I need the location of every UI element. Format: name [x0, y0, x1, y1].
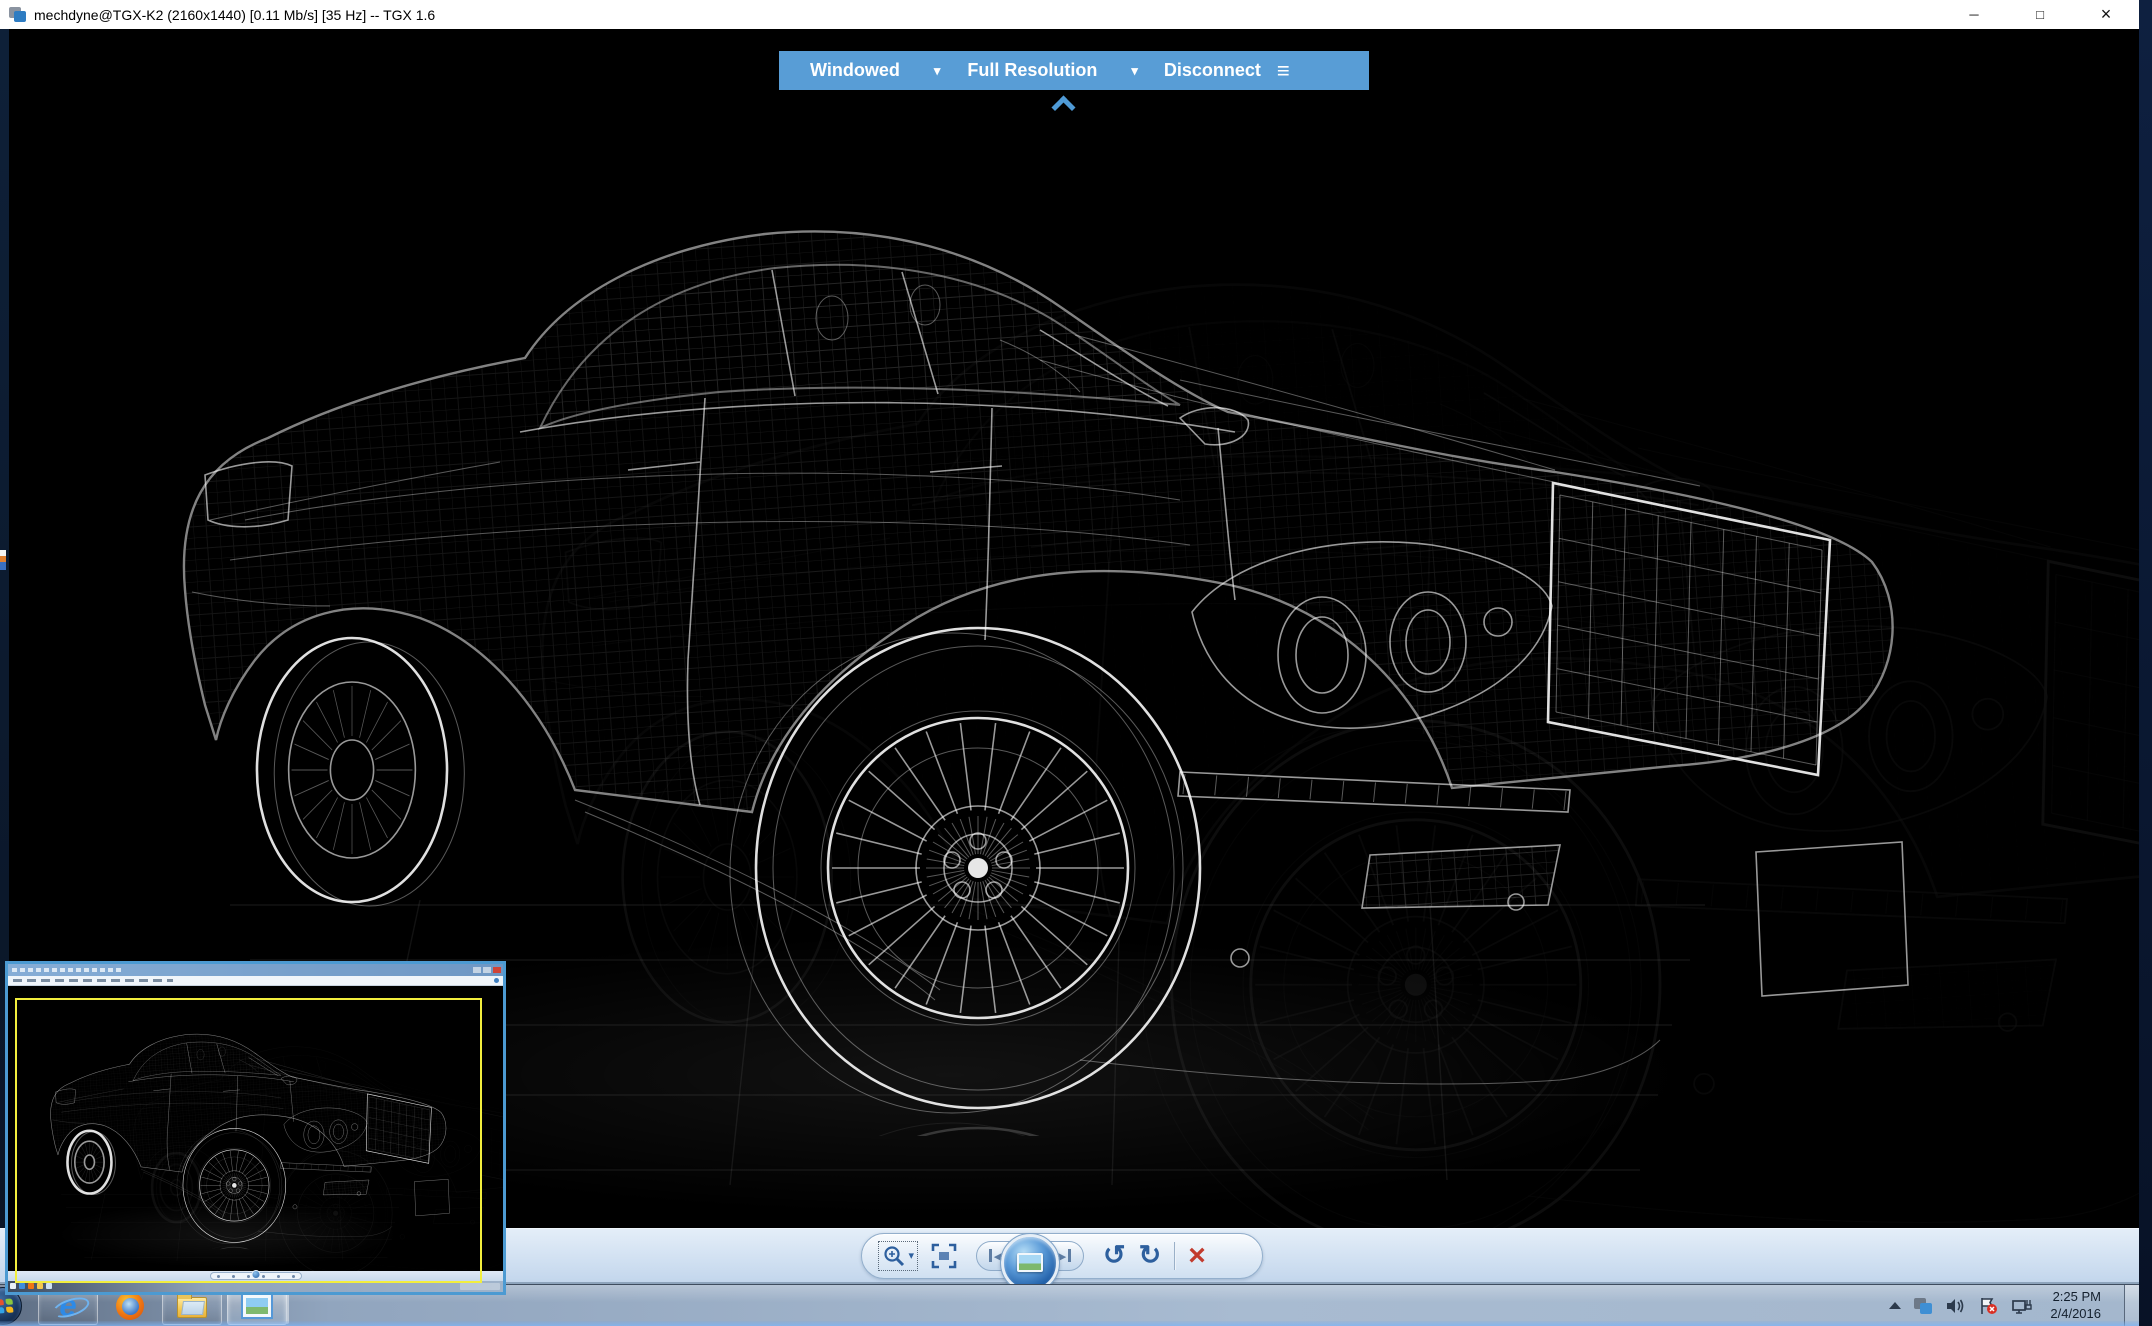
thumbnail-car-image: [8, 986, 503, 1271]
close-button[interactable]: ×: [2073, 0, 2139, 29]
delete-button[interactable]: ×: [1188, 1241, 1206, 1271]
window-title: mechdyne@TGX-K2 (2160x1440) [0.11 Mb/s] …: [34, 7, 435, 23]
mini-help-icon: [494, 978, 499, 983]
action-center-flag-icon[interactable]: [1978, 1297, 1998, 1315]
taskbar-clock[interactable]: 2:25 PM 2/4/2016: [2050, 1289, 2101, 1323]
firefox-icon: [116, 1292, 144, 1320]
slideshow-picture-icon: [1017, 1253, 1043, 1272]
system-tray: 2:25 PM 2/4/2016: [1889, 1285, 2139, 1326]
magnifier-icon: [882, 1244, 906, 1268]
navigation-cluster: ◀ ▶: [976, 1241, 1084, 1271]
thumbnail-mini-menubar: [8, 976, 503, 986]
network-icon[interactable]: [2011, 1297, 2033, 1315]
rotate-clockwise-button[interactable]: ↻: [1139, 1242, 1162, 1269]
volume-icon[interactable]: [1945, 1297, 1965, 1315]
previous-bar: [989, 1249, 992, 1262]
remote-desktop-viewport: ▾ ◀ ▶: [0, 29, 2139, 1284]
fit-to-window-button[interactable]: [931, 1243, 957, 1269]
tgx-navigation-thumbnail[interactable]: [5, 961, 506, 1295]
tgx-app-icon: [9, 7, 26, 22]
tgx-toolbar: Windowed ▾ Full Resolution ▾ Disconnect …: [779, 51, 1369, 90]
hamburger-menu-icon: ≡: [1277, 58, 1290, 84]
maximize-button[interactable]: □: [2007, 0, 2073, 29]
play-slideshow-button[interactable]: [1001, 1234, 1059, 1292]
clock-date: 2/4/2016: [2050, 1306, 2101, 1323]
thumbnail-photo-area: [8, 986, 503, 1271]
thumbnail-mini-controlbar: [8, 1271, 503, 1281]
windowed-label: Windowed: [810, 60, 900, 81]
resolution-dropdown[interactable]: Full Resolution ▾: [967, 51, 1138, 90]
minimize-button[interactable]: ─: [1941, 0, 2007, 29]
folder-icon: [177, 1297, 207, 1318]
chevron-down-icon: ▾: [1131, 63, 1138, 79]
screen-edge-artifact: [0, 550, 6, 570]
tgx-tray-icon[interactable]: [1914, 1298, 1932, 1314]
clock-time: 2:25 PM: [2050, 1289, 2101, 1306]
desktop-edge-right: [2139, 0, 2152, 1326]
windowed-dropdown[interactable]: Windowed ▾: [810, 51, 940, 90]
caption-buttons: ─ □ ×: [1941, 0, 2139, 29]
controls-separator: [1174, 1242, 1175, 1270]
titlebar: mechdyne@TGX-K2 (2160x1440) [0.11 Mb/s] …: [0, 0, 2139, 29]
chevron-down-icon: ▾: [934, 63, 941, 79]
toolbar-menu-button[interactable]: ≡: [1277, 51, 1290, 90]
next-bar: [1068, 1249, 1071, 1262]
windows-logo-icon: [0, 1298, 14, 1314]
photo-viewer-controls: ▾ ◀ ▶: [861, 1233, 1263, 1279]
thumbnail-mini-taskbar: [8, 1281, 503, 1292]
mini-title-text: [12, 968, 122, 972]
screen: mechdyne@TGX-K2 (2160x1440) [0.11 Mb/s] …: [0, 0, 2152, 1326]
thumbnail-mini-titlebar: [8, 964, 503, 976]
show-desktop-button[interactable]: [2124, 1285, 2139, 1326]
rotate-counterclockwise-button[interactable]: ↺: [1103, 1242, 1126, 1269]
resolution-label: Full Resolution: [967, 60, 1097, 81]
zoom-dropdown-caret[interactable]: ▾: [909, 1249, 915, 1262]
show-hidden-icons-button[interactable]: [1889, 1302, 1901, 1309]
photo-viewer-icon: [243, 1295, 271, 1317]
tgx-client-window: mechdyne@TGX-K2 (2160x1440) [0.11 Mb/s] …: [0, 0, 2139, 1326]
zoom-button[interactable]: ▾: [878, 1241, 919, 1271]
disconnect-button[interactable]: Disconnect: [1164, 51, 1261, 90]
mini-menu-text: [13, 979, 173, 982]
mini-close-icon: [493, 967, 501, 973]
toolbar-collapse-button[interactable]: [1048, 95, 1078, 115]
disconnect-label: Disconnect: [1164, 60, 1261, 81]
mini-caption-buttons: [473, 967, 501, 973]
